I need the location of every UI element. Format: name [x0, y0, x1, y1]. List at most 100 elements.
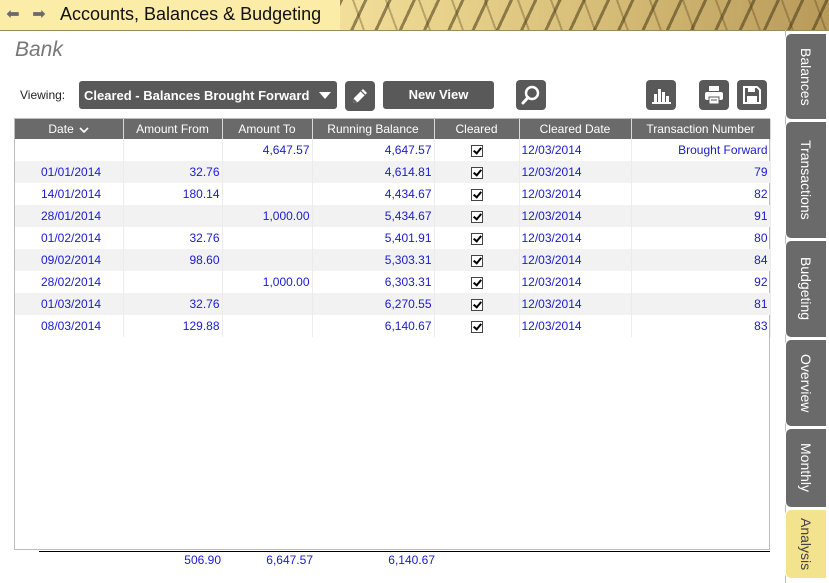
- cell-amount-to: [222, 183, 313, 205]
- cell-amount-from: 180.14: [123, 183, 223, 205]
- total-amount-from: 506.90: [184, 553, 221, 567]
- window-title: Accounts, Balances & Budgeting: [60, 4, 322, 24]
- cell-amount-from: [123, 139, 223, 161]
- cell-amount-to: 4,647.57: [222, 139, 313, 161]
- cell-date: 28/01/2014: [15, 205, 124, 227]
- cell-date: 28/02/2014: [15, 271, 124, 293]
- tab-overview[interactable]: Overview: [785, 339, 827, 427]
- cell-cleared-date: 12/03/2014: [519, 315, 632, 337]
- bar-chart-icon: [652, 89, 671, 104]
- cell-cleared-date: 12/03/2014: [519, 271, 632, 293]
- arrow-right-icon[interactable]: ➡: [31, 7, 47, 23]
- cleared-checkbox[interactable]: [470, 320, 483, 333]
- cell-transaction-number: 92: [631, 271, 771, 293]
- table-row[interactable]: 14/01/2014 180.14 4,434.67 12/03/2014 82: [15, 183, 771, 205]
- title-bar: ⬅ ➡ Accounts, Balances & Budgeting: [0, 0, 829, 31]
- table-row[interactable]: 4,647.57 4,647.57 12/03/2014 Brought Forwar…: [15, 139, 771, 161]
- page-title: Bank: [15, 38, 63, 61]
- print-button[interactable]: [699, 80, 729, 110]
- cleared-checkbox[interactable]: [470, 210, 483, 223]
- chart-button[interactable]: [646, 80, 676, 110]
- tab-label: Transactions: [798, 140, 814, 220]
- tab-budgeting[interactable]: Budgeting: [785, 240, 827, 338]
- cell-date: 14/01/2014: [15, 183, 124, 205]
- cell-running-balance: 6,140.67: [312, 315, 435, 337]
- printer-icon: [705, 86, 723, 105]
- cell-running-balance: 5,401.91: [312, 227, 435, 249]
- cell-date: 01/01/2014: [15, 161, 124, 183]
- tab-label: Overview: [798, 353, 814, 413]
- table-header-row: Date Amount From Amount To Running Balan…: [15, 119, 771, 139]
- tab-balances[interactable]: Balances: [785, 33, 827, 120]
- table-row[interactable]: 01/02/2014 32.76 5,401.91 12/03/2014 80: [15, 227, 771, 249]
- table-row[interactable]: 01/01/2014 32.76 4,614.81 12/03/2014 79: [15, 161, 771, 183]
- tab-label: Budgeting: [798, 257, 814, 321]
- cell-amount-from: 32.76: [123, 161, 223, 183]
- cell-cleared: [434, 293, 520, 315]
- tab-analysis[interactable]: Analysis: [785, 509, 827, 579]
- cell-transaction-number: 81: [631, 293, 771, 315]
- cell-cleared-date: 12/03/2014: [519, 205, 632, 227]
- cleared-checkbox[interactable]: [470, 166, 483, 179]
- cell-amount-to: [222, 227, 313, 249]
- cleared-checkbox[interactable]: [470, 254, 483, 267]
- cleared-checkbox[interactable]: [470, 188, 483, 201]
- table-row[interactable]: 01/03/2014 32.76 6,270.55 12/03/2014 81: [15, 293, 771, 315]
- cleared-checkbox[interactable]: [470, 298, 483, 311]
- tab-monthly[interactable]: Monthly: [785, 428, 827, 508]
- chevron-down-icon: [319, 92, 331, 99]
- cell-cleared: [434, 205, 520, 227]
- cell-running-balance: 4,434.67: [312, 183, 435, 205]
- transactions-table: Date Amount From Amount To Running Balan…: [14, 118, 771, 550]
- cell-transaction-number: 83: [631, 315, 771, 337]
- table-row[interactable]: 08/03/2014 129.88 6,140.67 12/03/2014 83: [15, 315, 771, 337]
- edit-view-button[interactable]: [345, 81, 375, 111]
- cleared-checkbox[interactable]: [470, 232, 483, 245]
- save-disk-icon: [743, 86, 761, 104]
- cell-cleared: [434, 227, 520, 249]
- cell-date: 01/03/2014: [15, 293, 124, 315]
- tab-label: Monthly: [798, 443, 814, 493]
- pencil-icon: [353, 89, 367, 103]
- cell-amount-from: 32.76: [123, 227, 223, 249]
- save-button[interactable]: [737, 80, 767, 110]
- cell-transaction-number: 82: [631, 183, 771, 205]
- cell-amount-from: [123, 205, 223, 227]
- cell-transaction-number: 84: [631, 249, 771, 271]
- totals-divider: [39, 551, 770, 552]
- arrow-left-icon[interactable]: ⬅: [5, 7, 21, 23]
- cell-transaction-number: Brought Forward: [631, 139, 771, 161]
- cleared-checkbox[interactable]: [470, 144, 483, 157]
- cell-cleared: [434, 183, 520, 205]
- new-view-button[interactable]: New View: [383, 81, 494, 109]
- tab-transactions[interactable]: Transactions: [785, 121, 827, 239]
- search-icon: [521, 85, 540, 105]
- cell-cleared: [434, 161, 520, 183]
- table-row[interactable]: 09/02/2014 98.60 5,303.31 12/03/2014 84: [15, 249, 771, 271]
- cell-running-balance: 6,270.55: [312, 293, 435, 315]
- view-select[interactable]: Cleared - Balances Brought Forward: [79, 81, 337, 109]
- cell-cleared: [434, 139, 520, 161]
- column-header-running-balance[interactable]: Running Balance: [312, 119, 435, 139]
- cell-cleared-date: 12/03/2014: [519, 249, 632, 271]
- viewing-label: Viewing:: [20, 88, 66, 102]
- total-amount-to: 6,647.57: [266, 553, 313, 567]
- column-header-amount-from[interactable]: Amount From: [123, 119, 223, 139]
- column-header-transaction-number[interactable]: Transaction Number: [631, 119, 771, 139]
- table-row[interactable]: 28/01/2014 1,000.00 5,434.67 12/03/2014 91: [15, 205, 771, 227]
- cell-cleared: [434, 315, 520, 337]
- cell-amount-to: [222, 315, 313, 337]
- cell-running-balance: 6,303.31: [312, 271, 435, 293]
- cell-cleared: [434, 249, 520, 271]
- column-header-cleared[interactable]: Cleared: [434, 119, 520, 139]
- table-row[interactable]: 28/02/2014 1,000.00 6,303.31 12/03/2014 92: [15, 271, 771, 293]
- column-header-date[interactable]: Date: [15, 119, 124, 139]
- cell-date: 08/03/2014: [15, 315, 124, 337]
- cell-amount-to: 1,000.00: [222, 271, 313, 293]
- cell-amount-from: [123, 271, 223, 293]
- search-button[interactable]: [516, 80, 546, 110]
- column-header-amount-to[interactable]: Amount To: [222, 119, 313, 139]
- cell-running-balance: 4,647.57: [312, 139, 435, 161]
- column-header-cleared-date[interactable]: Cleared Date: [519, 119, 632, 139]
- cleared-checkbox[interactable]: [470, 276, 483, 289]
